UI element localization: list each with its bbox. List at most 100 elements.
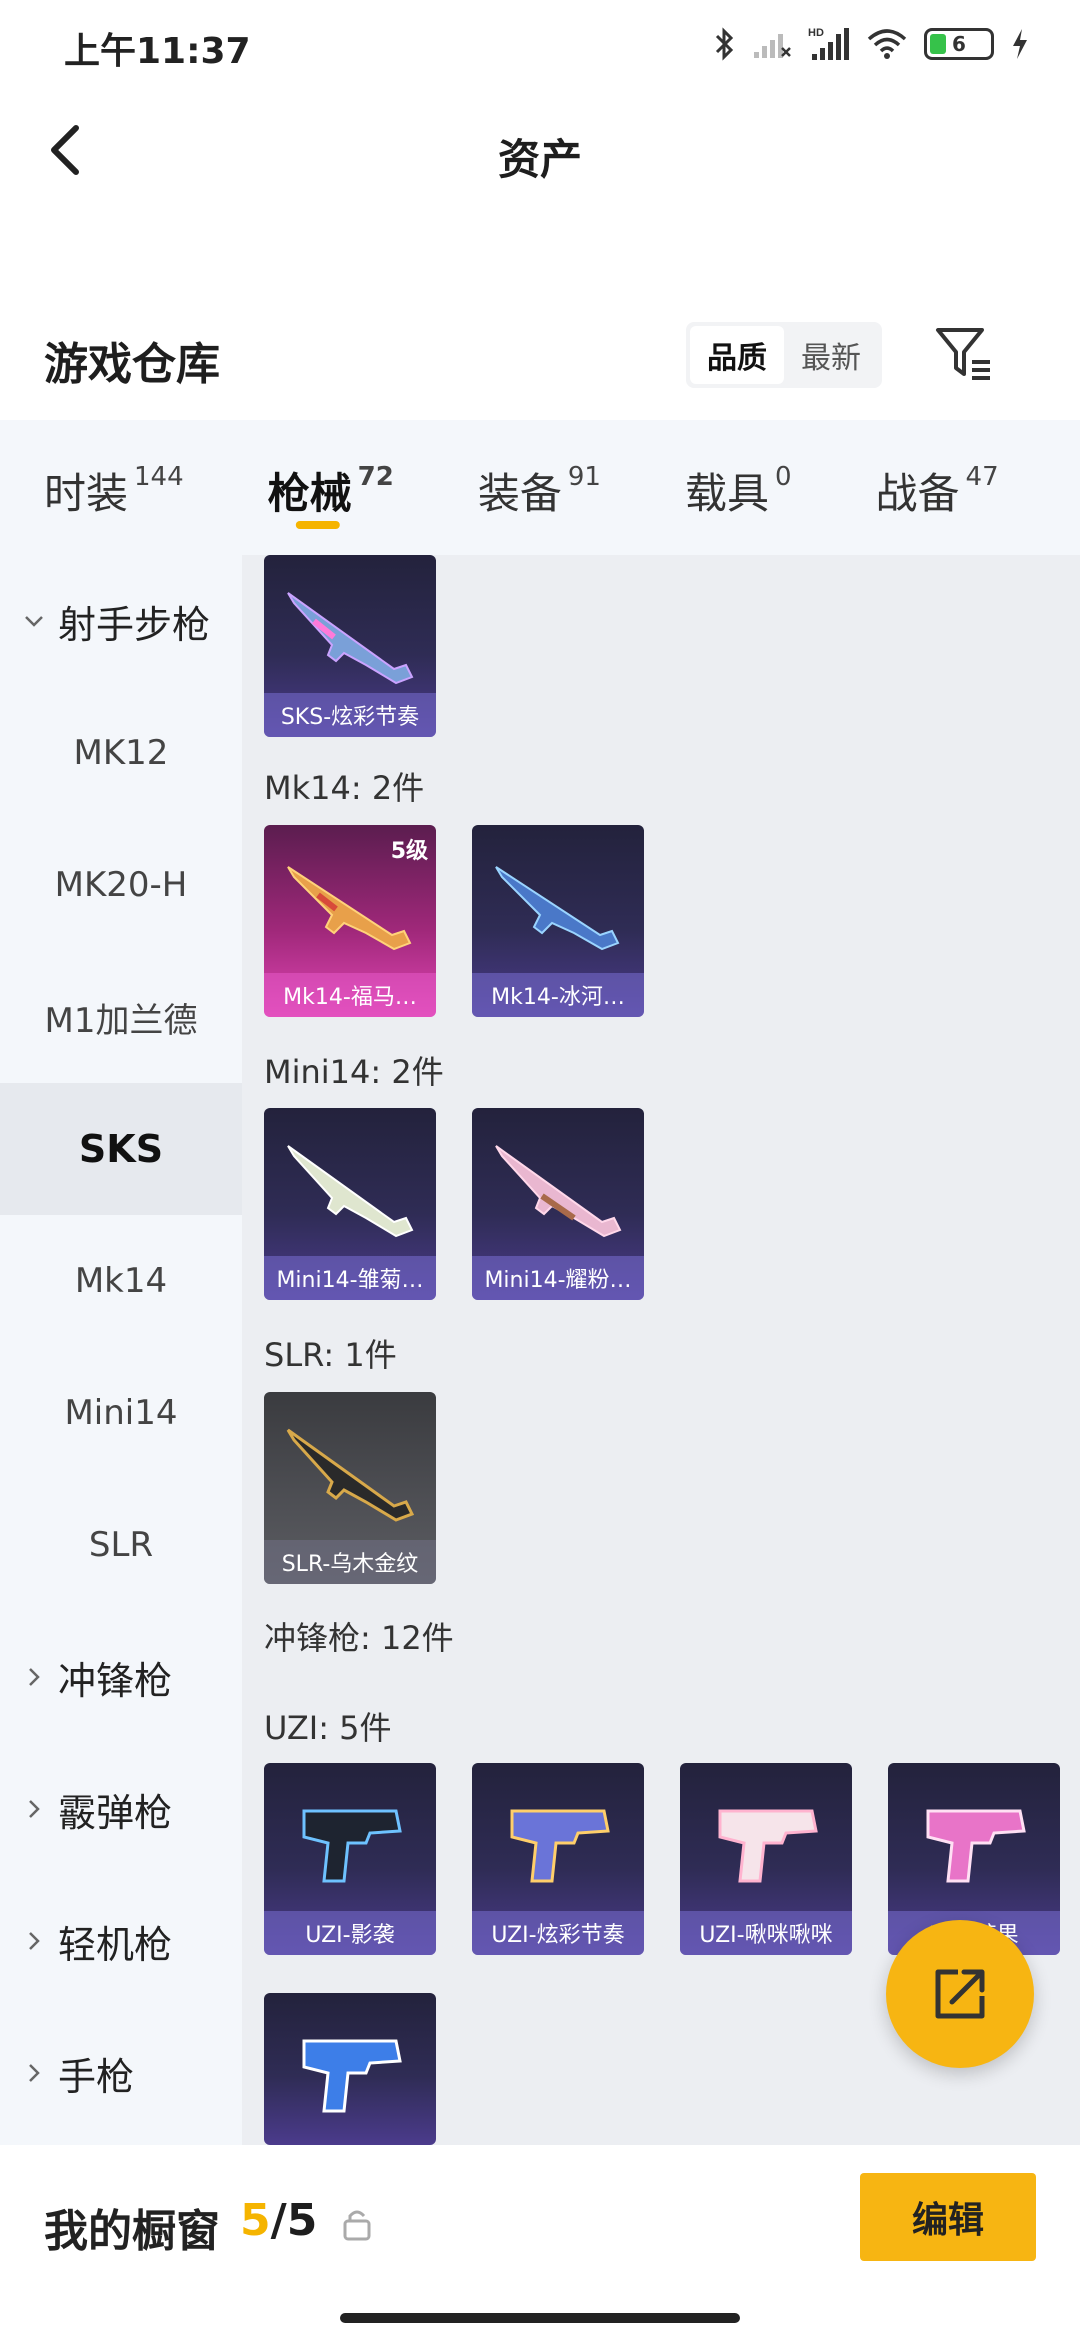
tab-label: 战备 [875, 469, 960, 518]
tab-count: 0 [774, 462, 792, 492]
tab-tactical[interactable]: 战备 47 [876, 420, 999, 555]
sidebar-group-lmg[interactable]: 轻机枪 [0, 1875, 242, 2007]
filter-icon[interactable] [932, 322, 996, 386]
sort-newest-button[interactable]: 最新 [784, 326, 878, 384]
bluetooth-icon [715, 27, 734, 61]
showcase-count: 5/5 [240, 2195, 317, 2246]
showcase-label: 我的橱窗 [44, 2206, 220, 2257]
sidebar-item-m1-garand[interactable]: M1加兰德 [0, 951, 242, 1083]
sidebar-group-smg[interactable]: 冲锋枪 [0, 1611, 242, 1743]
sort-quality-button[interactable]: 品质 [690, 326, 784, 384]
item-card[interactable]: SLR-乌木金纹 [264, 1392, 436, 1584]
item-name: UZI-影袭 [264, 1911, 436, 1955]
showcase-count-current: 5 [240, 2195, 271, 2246]
warehouse-row: 游戏仓库 品质 最新 [0, 300, 1080, 410]
lock-icon [343, 2210, 371, 2241]
warehouse-title: 游戏仓库 [44, 339, 220, 390]
status-icons: HD 6 [714, 24, 1030, 64]
sidebar-item-mk12[interactable]: MK12 [0, 687, 242, 819]
sidebar-item-label: 手枪 [58, 2054, 135, 2099]
edit-button[interactable]: 编辑 [860, 2173, 1036, 2261]
item-name: Mk14-福马… [264, 973, 436, 1017]
status-bar: 上午11:37 HD 6 [0, 0, 1080, 90]
bottom-bar: 我的橱窗 5/5 编辑 [0, 2145, 1080, 2340]
section-label: SLR: 1件 [264, 1336, 397, 1374]
signal-off-icon [754, 34, 791, 58]
sidebar-item-label: 轻机枪 [58, 1922, 173, 1967]
tab-count: 72 [357, 462, 394, 492]
sidebar-item-label: MK20-H [54, 865, 188, 905]
item-name: UZI-炫彩节奏 [472, 1911, 644, 1955]
home-indicator[interactable] [340, 2313, 740, 2323]
tab-count: 144 [134, 462, 184, 492]
tab-vehicles[interactable]: 载具 0 [685, 420, 792, 555]
item-card[interactable]: UZI-影袭 [264, 1763, 436, 1955]
share-external-icon [935, 1969, 985, 2019]
item-name: SKS-炫彩节奏 [264, 693, 436, 737]
wifi-icon [867, 29, 907, 59]
sidebar-group-marksman[interactable]: 射手步枪 [0, 555, 242, 687]
tab-count: 47 [965, 462, 999, 492]
smg-icon [926, 1809, 1026, 1883]
rifle-icon [286, 1428, 415, 1522]
charging-icon [1013, 29, 1027, 59]
chevron-down-icon [20, 607, 48, 635]
sidebar-item-mini14[interactable]: Mini14 [0, 1347, 242, 1479]
section-label: Mini14: 2件 [264, 1053, 444, 1091]
item-card[interactable]: Mini14-雏菊… [264, 1108, 436, 1300]
smg-icon [510, 1809, 610, 1883]
page-title: 资产 [497, 135, 582, 184]
item-name: Mini14-耀粉… [472, 1256, 644, 1300]
sidebar-item-label: SLR [88, 1525, 154, 1565]
item-card[interactable]: 5级 Mk14-福马… [264, 825, 436, 1017]
smg-icon [302, 2039, 402, 2113]
sort-toggle: 品质 最新 [686, 322, 882, 388]
item-card[interactable] [264, 1993, 436, 2145]
sidebar-item-sks[interactable]: SKS [0, 1083, 242, 1215]
item-card[interactable]: SKS-炫彩节奏 [264, 555, 436, 737]
battery-level: 6 [952, 32, 966, 56]
sidebar-item-label: SKS [78, 1127, 164, 1171]
smg-icon [718, 1809, 818, 1883]
battery-icon: 6 [924, 28, 994, 60]
sidebar-item-label: 冲锋枪 [58, 1658, 173, 1703]
item-card[interactable]: Mini14-耀粉… [472, 1108, 644, 1300]
tab-equipment[interactable]: 装备 91 [478, 420, 601, 555]
sidebar-group-pistol[interactable]: 手枪 [0, 2007, 242, 2139]
tab-label: 时装 [44, 469, 129, 518]
smg-icon [302, 1809, 402, 1883]
section-label: UZI: 5件 [264, 1709, 392, 1747]
tab-firearms[interactable]: 枪械 72 [268, 420, 394, 555]
sidebar-group-shotgun[interactable]: 霰弹枪 [0, 1743, 242, 1875]
showcase-count-total: /5 [270, 2195, 318, 2246]
rifle-icon [495, 866, 620, 951]
tab-label: 枪械 [267, 469, 352, 518]
sidebar: 射手步枪 MK12 MK20-H M1加兰德 SKS Mk14 Mini14 S… [0, 555, 242, 2145]
chevron-right-icon [20, 1795, 48, 1823]
sidebar-item-mk14[interactable]: Mk14 [0, 1215, 242, 1347]
item-grid: SKS-炫彩节奏 Mk14: 2件 5级 Mk14-福马… Mk14-冰河… M… [242, 555, 1080, 2145]
sidebar-item-label: M1加兰德 [44, 1000, 198, 1041]
sidebar-item-label: Mini14 [64, 1393, 178, 1433]
sidebar-item-mk20h[interactable]: MK20-H [0, 819, 242, 951]
sidebar-item-slr[interactable]: SLR [0, 1479, 242, 1611]
tab-label: 载具 [684, 469, 769, 518]
tab-fashion[interactable]: 时装 144 [44, 420, 184, 555]
rifle-icon [287, 1145, 414, 1238]
svg-text:HD: HD [808, 27, 824, 39]
share-button[interactable] [886, 1920, 1034, 2068]
item-card[interactable]: UZI-炫彩节奏 [472, 1763, 644, 1955]
category-tabs: 时装 144 枪械 72 装备 91 载具 0 战备 47 [0, 420, 1080, 555]
chevron-right-icon [20, 2059, 48, 2087]
item-name: Mk14-冰河… [472, 973, 644, 1017]
item-card[interactable]: Mk14-冰河… [472, 825, 644, 1017]
item-card[interactable]: UZI-啾咪啾咪 [680, 1763, 852, 1955]
sidebar-item-label: 射手步枪 [58, 602, 211, 647]
header: 资产 [0, 90, 1080, 210]
rifle-icon [287, 866, 412, 951]
item-name: UZI-啾咪啾咪 [680, 1911, 852, 1955]
section-label: 冲锋枪: 12件 [264, 1619, 454, 1657]
item-name: SLR-乌木金纹 [264, 1540, 436, 1584]
hd-signal-icon: HD [808, 27, 849, 60]
active-tab-indicator [295, 521, 340, 529]
